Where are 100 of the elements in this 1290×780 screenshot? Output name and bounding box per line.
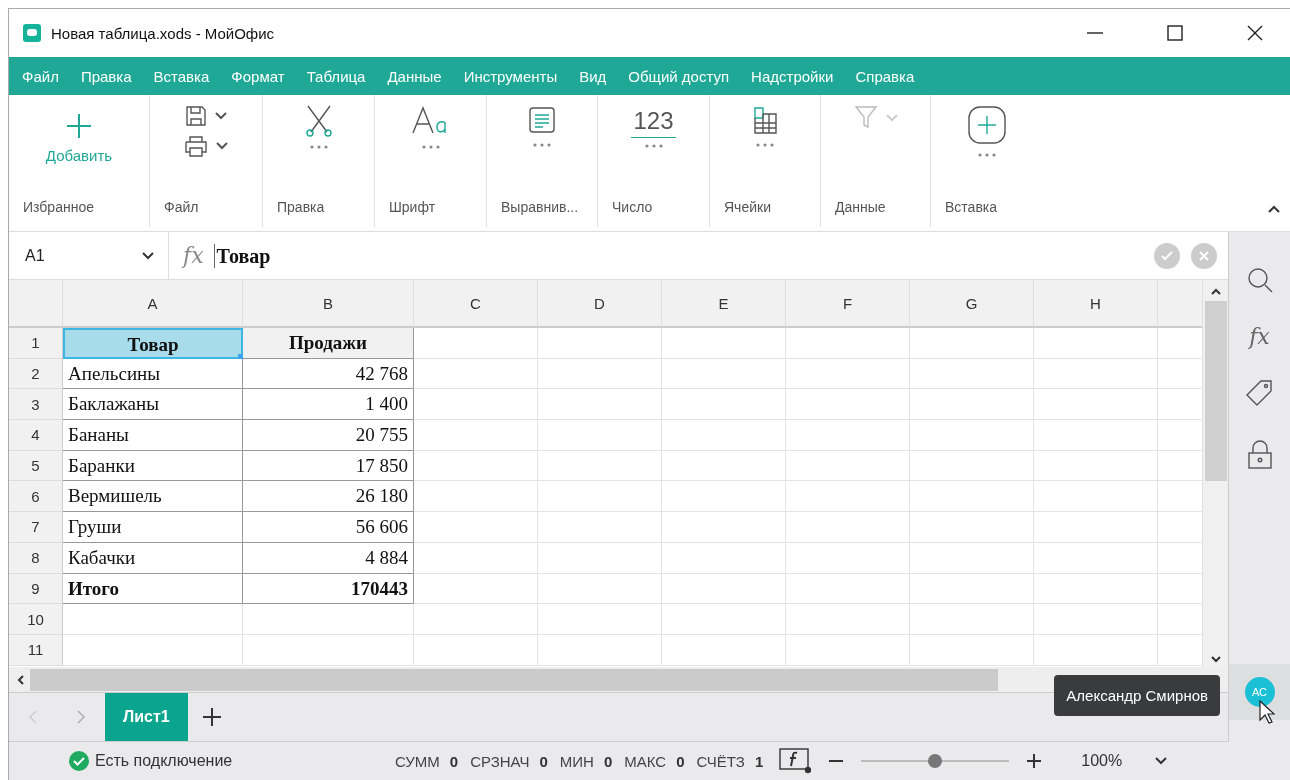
more-icon [308,145,329,149]
plus-icon [202,708,221,726]
stat-value: 0 [603,752,613,770]
row-header[interactable]: 5 [9,450,63,482]
group-label: Вставка [944,199,998,217]
plus-box-icon [967,105,1007,145]
function-box-icon [779,748,812,774]
cell-reference: A1 [25,246,45,265]
stat-label: СЧЁТЗ [696,752,745,770]
table-cell: Баклажаны [63,389,243,421]
tooltip: Александр Смирнов [1054,675,1220,716]
zoom-percentage: 100% [1081,752,1124,770]
maximize-icon [1167,25,1183,41]
scroll-up-icon [1210,288,1221,295]
app-icon [23,24,41,42]
insert-button[interactable] [965,103,1009,147]
zoom-thumb[interactable] [928,754,943,768]
scroll-down-icon [1210,656,1221,663]
row-header[interactable]: 11 [9,634,63,666]
printer-icon [184,135,208,157]
scrollbar-thumb[interactable] [1204,301,1227,481]
row-header[interactable]: 1 [9,328,63,359]
row-header[interactable]: 6 [9,481,63,513]
lock-icon [1246,440,1273,470]
stat-label: СРЗНАЧ [470,752,530,770]
more-icon [977,153,997,157]
column-header[interactable]: D [538,280,662,328]
group-label: Ячейки [723,199,771,217]
more-icon [532,143,552,147]
row-header[interactable]: 10 [9,604,63,635]
table-cell: Товар [63,328,243,359]
scrollbar-thumb[interactable] [30,668,998,691]
table-cell: Бананы [63,420,243,451]
group-label: Число [611,199,653,217]
table-grid-icon [752,105,778,135]
search-icon [1245,266,1274,294]
group-label: Файл [163,199,199,217]
stat-value: 0 [676,752,685,770]
function-panel-button[interactable]: fx [1249,324,1270,349]
caret-icon [142,251,154,260]
table-cell: Продажи [243,328,414,359]
table-cell: Итого [63,573,243,605]
collapse-icon [1268,205,1280,213]
formula-input[interactable]: Товар [213,243,1154,268]
column-header[interactable]: C [414,280,538,328]
row-header[interactable]: 4 [9,420,63,451]
function-label: fx [183,243,204,268]
column-header[interactable]: E [662,280,786,328]
table-cell: 42 768 [243,358,414,390]
table-cell: Баранки [63,450,243,482]
group-label: Правка [276,199,325,217]
group-label: Избранное [22,199,94,217]
table-cell: 26 180 [243,481,414,513]
table-cell: Вермишель [63,481,243,513]
table-cell: Апельсины [63,358,243,390]
stat-label: СУММ [395,752,440,770]
column-header[interactable]: G [910,280,1034,328]
table-cell: 170443 [243,573,414,605]
table-cell: 56 606 [243,512,414,543]
save-button[interactable] [183,103,229,129]
row-header[interactable]: 3 [9,389,63,421]
tag-icon [1244,378,1275,408]
number-format-button[interactable]: 123 [631,107,676,138]
mouse-cursor-icon [1259,700,1275,724]
minimize-icon [1087,32,1103,34]
table-cell: Груши [63,512,243,543]
caret-icon [215,112,227,120]
scissors-icon [304,105,333,137]
cell-reference-field[interactable]: A1 [9,231,169,280]
table-cell: 1 400 [243,389,414,421]
window-title: Новая таблица.xods - МойОфис [51,24,276,42]
zoom-in-icon [1027,754,1042,768]
column-header[interactable]: H [1034,280,1158,328]
stat-value: 0 [449,752,459,770]
stat-label: МИН [559,752,594,770]
group-label: Данные [834,199,886,217]
caret-icon [885,114,898,122]
check-icon [1161,250,1173,261]
plus-icon [66,113,92,139]
check-circle-icon [69,751,89,771]
scroll-left-icon [17,674,24,685]
column-header[interactable]: F [786,280,910,328]
row-header[interactable]: 9 [9,573,63,605]
column-header[interactable]: A [63,280,243,328]
funnel-icon [853,105,878,131]
close-icon [1247,25,1263,41]
connection-status: Есть подключение [95,752,234,770]
row-header[interactable]: 8 [9,542,63,574]
column-header[interactable]: B [243,280,414,328]
stat-value: 0 [539,752,548,770]
more-icon [643,144,664,148]
table-cell: 17 850 [243,450,414,482]
chevron-right-icon [77,710,85,724]
row-header[interactable]: 2 [9,358,63,390]
print-button[interactable] [182,133,230,159]
table-cell: 4 884 [243,542,414,574]
row-header[interactable]: 7 [9,512,63,543]
table-cell: Кабачки [63,542,243,574]
group-label: Шрифт [388,199,436,217]
close-icon [1199,250,1209,261]
